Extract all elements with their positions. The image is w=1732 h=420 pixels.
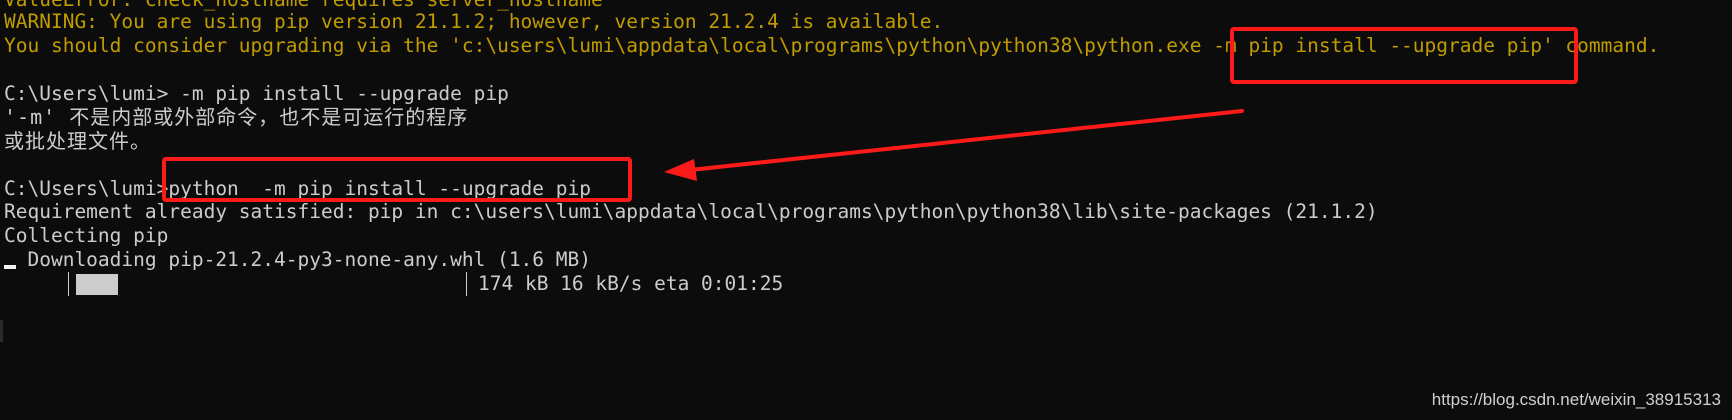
watermark-url: https://blog.csdn.net/weixin_38915313 bbox=[1431, 390, 1721, 409]
terminal-window[interactable]: ValueError: check_hostname requires serv… bbox=[0, 0, 1732, 420]
window-left-edge bbox=[0, 320, 3, 342]
annotation-arrow bbox=[664, 109, 1244, 181]
annotation-arrow-head bbox=[664, 159, 697, 181]
annotation-arrow-shaft bbox=[688, 109, 1244, 172]
